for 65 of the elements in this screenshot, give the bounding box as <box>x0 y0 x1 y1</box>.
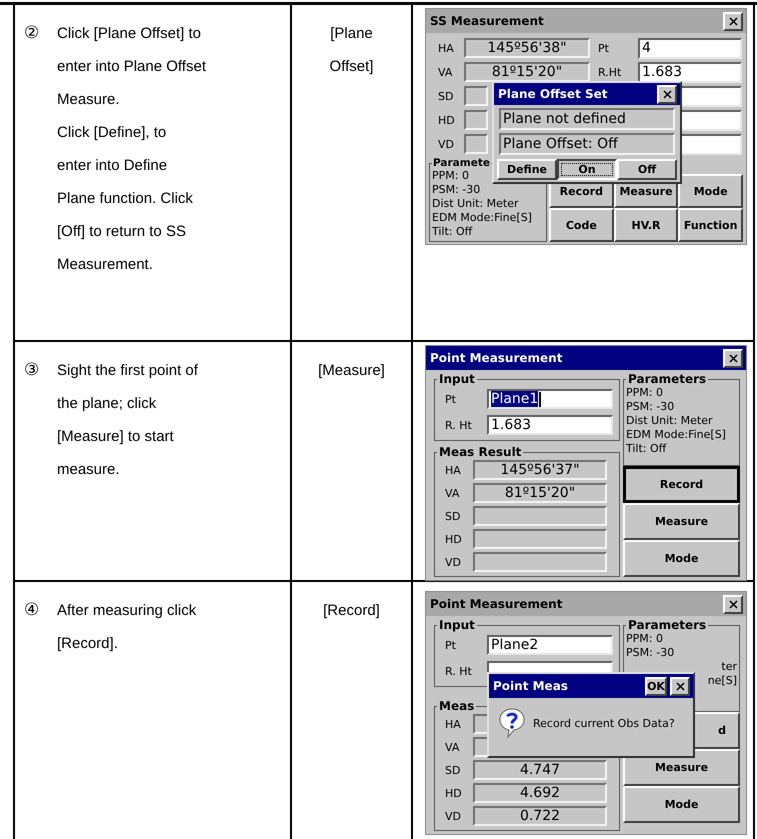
window-title: SS Measurement <box>430 14 544 28</box>
readout-field: 4.747 <box>473 760 607 780</box>
parameter-text: ne[S] <box>708 674 737 688</box>
parameter-text: PSM: -30 <box>432 183 480 197</box>
step-description: Sight the first point of the plane; click [Measure] to start measure. <box>57 361 198 480</box>
field-label: Pt <box>597 42 610 54</box>
readout-field: 145º56'37" <box>473 460 607 480</box>
group-title: Meas Result <box>438 445 522 459</box>
step-number: ③ <box>24 359 39 382</box>
field-label: VA <box>437 66 454 78</box>
key-label: [Measure] <box>317 361 386 381</box>
parameter-text: PPM: 0 <box>626 632 663 646</box>
field-label: VD <box>437 138 455 150</box>
field-label: VD <box>444 556 462 568</box>
parameter-text: PSM: -30 <box>626 646 674 660</box>
group-title: Meas <box>438 699 476 713</box>
field-label: HD <box>437 114 456 126</box>
group-title: Parameters <box>627 372 708 386</box>
field-label: HD <box>444 532 463 546</box>
parameter-text: Dist Unit: Meter <box>432 197 519 211</box>
parameter-text: PPM: 0 <box>626 386 663 400</box>
parameter-text: EDM Mode:Fine[S] <box>432 211 532 225</box>
message-text: Record current Obs Data? <box>533 716 675 730</box>
field-label: VA <box>444 486 460 500</box>
parameter-text: EDM Mode:Fine[S] <box>626 428 726 442</box>
dialog-title: Plane Offset Set <box>498 87 608 101</box>
readout-field: 4.692 <box>473 783 607 803</box>
parameter-text: Tilt: Off <box>432 225 472 239</box>
field-label: Pt <box>444 638 457 652</box>
step-number: ④ <box>24 599 39 622</box>
status-text: Plane not defined <box>499 108 675 130</box>
field-label: HA <box>444 718 462 730</box>
field-label: SD <box>444 510 462 522</box>
parameter-text: PSM: -30 <box>626 400 674 414</box>
parameter-text: Dist Unit: Meter <box>626 414 713 428</box>
window-title: Point Measurement <box>430 597 562 611</box>
field-label: HA <box>444 464 462 476</box>
step-number: ② <box>24 22 39 45</box>
field-label: R. Ht <box>444 418 473 432</box>
readout-field: 145º56'38" <box>464 38 590 58</box>
step-description: Click [Plane Offset] to enter into Plane Offset Measure. Click [Define], to enter into Define Plane function. Click [Off] to return to SS Measurement. <box>57 24 206 275</box>
readout-field: 81º15'20" <box>473 483 607 503</box>
field-label: Pt <box>444 392 457 406</box>
step-description: After measuring click [Record]. <box>57 601 196 654</box>
status-text: Plane Offset: Off <box>499 133 675 155</box>
window-title: Point Measurement <box>430 351 562 365</box>
field-label: R.Ht <box>597 66 622 78</box>
parameter-text: ter <box>721 660 737 674</box>
field-label: R. Ht <box>444 664 473 678</box>
field-label: VD <box>444 810 462 822</box>
group-title: Paramete <box>432 157 491 169</box>
field-label: SD <box>444 764 462 776</box>
field-label: SD <box>437 90 454 102</box>
readout-field: 0.722 <box>473 806 607 826</box>
key-label: [Plane Offset] <box>328 24 374 77</box>
parameter-text: Tilt: Off <box>626 442 666 456</box>
group-title: Parameters <box>627 618 708 632</box>
group-title: Input <box>438 372 476 386</box>
field-label: HA <box>437 42 455 54</box>
group-title: Input <box>438 618 476 632</box>
key-label: [Record] <box>322 601 381 621</box>
parameter-text: PPM: 0 <box>432 169 469 183</box>
dialog-title: Point Meas <box>493 679 568 693</box>
field-label: VA <box>444 740 460 754</box>
field-label: HD <box>444 786 463 800</box>
